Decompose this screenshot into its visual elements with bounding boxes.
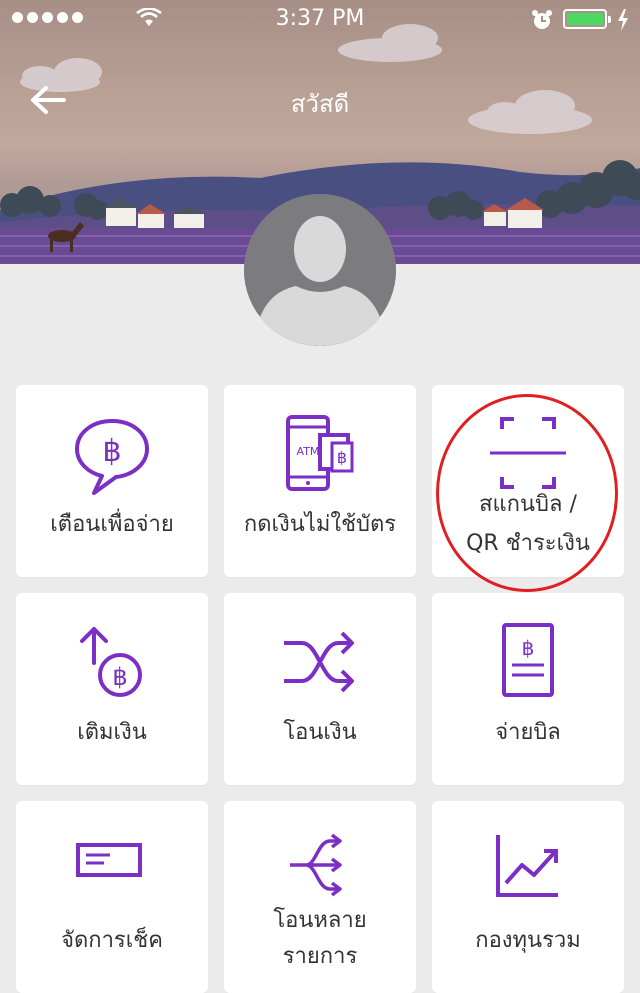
menu-label: โอนเงิน	[283, 720, 357, 745]
menu-label: จัดการเช็ค	[61, 928, 163, 953]
menu-label-line2: รายการ	[282, 944, 358, 969]
menu-label: จ่ายบิล	[495, 720, 561, 745]
menu-tile-manage-cheque[interactable]: จัดการเช็ค	[16, 801, 208, 993]
avatar[interactable]	[244, 194, 396, 346]
svg-text:฿: ฿	[522, 636, 535, 660]
svg-text:฿: ฿	[102, 434, 121, 469]
menu-label: เติมเงิน	[77, 720, 147, 745]
chat-baht-icon: ฿	[75, 419, 149, 495]
menu-tile-cardless-withdrawal[interactable]: ATM ฿ กดเงินไม่ใช้บัตร	[224, 385, 416, 577]
menu-tile-request-payment[interactable]: ฿ เตือนเพื่อจ่าย	[16, 385, 208, 577]
menu-tile-mutual-fund[interactable]: กองทุนรวม	[432, 801, 624, 993]
menu-tile-scan-qr[interactable]: สแกนบิล / QR ชำระเงิน	[432, 385, 624, 577]
cheque-icon	[76, 843, 142, 877]
menu-label: กองทุนรวม	[475, 928, 581, 953]
bill-icon: ฿	[502, 623, 554, 697]
menu-label-line1: โอนหลาย	[273, 908, 367, 933]
charging-bolt-icon	[618, 9, 628, 31]
menu-tile-transfer[interactable]: โอนเงิน	[224, 593, 416, 785]
atm-phone-icon: ATM ฿	[286, 415, 354, 491]
svg-text:฿: ฿	[112, 663, 127, 691]
page-title: สวัสดี	[290, 90, 350, 118]
status-bar: 3:37 PM	[0, 0, 640, 40]
svg-text:ATM: ATM	[297, 445, 320, 458]
shuffle-transfer-icon	[284, 631, 354, 693]
svg-text:฿: ฿	[337, 448, 347, 467]
menu-label-line2: QR ชำระเงิน	[466, 531, 590, 556]
multi-transfer-icon	[290, 833, 342, 897]
menu-tile-top-up[interactable]: ฿ เติมเงิน	[16, 593, 208, 785]
chart-up-icon	[496, 835, 558, 897]
menu-label: เตือนเพื่อจ่าย	[50, 512, 174, 537]
user-silhouette-icon	[244, 194, 396, 346]
topup-icon: ฿	[80, 627, 142, 697]
menu-label-line1: สแกนบิล /	[479, 492, 577, 517]
menu-tile-multi-transfer[interactable]: โอนหลาย รายการ	[224, 801, 416, 993]
alarm-clock-icon	[532, 10, 552, 29]
menu-tile-pay-bill[interactable]: ฿ จ่ายบิล	[432, 593, 624, 785]
battery-icon	[563, 9, 611, 29]
scan-icon	[490, 417, 566, 489]
menu-label: กดเงินไม่ใช้บัตร	[243, 512, 397, 537]
